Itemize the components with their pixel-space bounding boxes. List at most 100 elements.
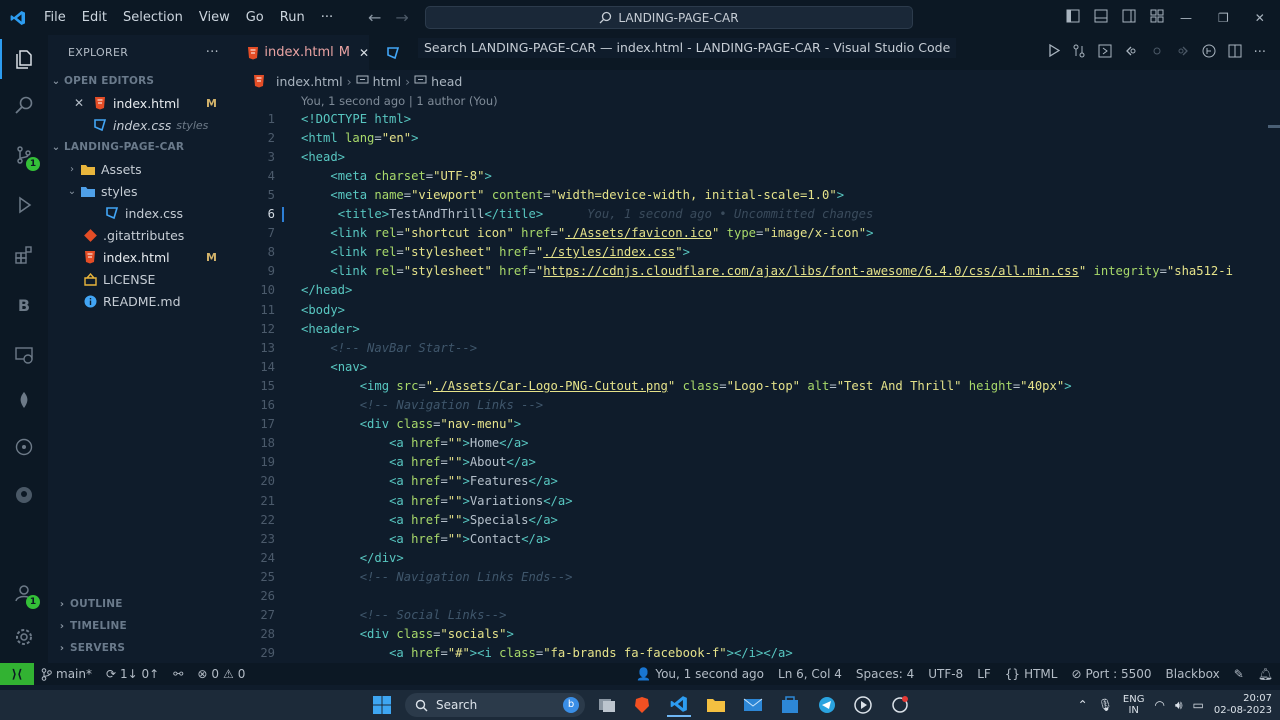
explorer-icon[interactable]	[0, 39, 48, 79]
go-back-change-icon[interactable]	[1124, 44, 1138, 62]
brave-browser-icon[interactable]	[630, 693, 654, 717]
folder-assets[interactable]: › Assets	[48, 158, 233, 180]
remote-indicator-icon[interactable]: ⟩⟨	[0, 663, 34, 685]
github-icon[interactable]	[0, 475, 48, 515]
open-editor-index-css[interactable]: index.css styles	[48, 114, 233, 136]
code-line[interactable]: 1 <!DOCTYPE html>	[233, 109, 1280, 128]
back-arrow-icon[interactable]: ←	[368, 8, 381, 27]
menu-go[interactable]: Go	[238, 0, 272, 35]
code-line[interactable]: 11 <body>	[233, 300, 1280, 319]
breadcrumb-head[interactable]: head	[431, 74, 462, 89]
menu-more[interactable]: ···	[313, 0, 341, 35]
language-mode[interactable]: {} HTML	[998, 667, 1065, 681]
telegram-icon[interactable]	[815, 693, 839, 717]
code-editor[interactable]: 1 <!DOCTYPE html> 2 <html lang="en"> 3 <head>…	[233, 109, 1280, 663]
code-line[interactable]: 8 <link rel="stylesheet" href="./styles/…	[233, 243, 1280, 262]
notifications-bell-icon[interactable]: 🔔︎	[1251, 667, 1280, 681]
live-server-port[interactable]: ⊘ Port : 5500	[1064, 667, 1158, 681]
store-icon[interactable]	[778, 693, 802, 717]
code-line[interactable]: 2 <html lang="en">	[233, 128, 1280, 147]
open-preview-icon[interactable]	[1098, 44, 1112, 62]
blackbox-status[interactable]: Blackbox	[1159, 667, 1227, 681]
file-explorer-icon[interactable]	[704, 693, 728, 717]
code-line[interactable]: 28 <div class="socials">	[233, 625, 1280, 644]
more-actions-icon[interactable]: ···	[1254, 45, 1266, 60]
timeline-section[interactable]: › TIMELINE	[48, 615, 233, 637]
encoding[interactable]: UTF-8	[921, 667, 970, 681]
tab-index-html[interactable]: index.html M ✕	[233, 35, 369, 70]
microphone-icon[interactable]: 🎙︎	[1098, 698, 1113, 712]
tree-extension-icon[interactable]	[0, 380, 48, 420]
clock[interactable]: 20:07 02-08-2023	[1214, 693, 1272, 717]
feedback-icon[interactable]: ✎	[1227, 667, 1251, 681]
git-lens-icon[interactable]	[1202, 44, 1216, 62]
file-license[interactable]: LICENSE	[48, 268, 233, 290]
forward-arrow-icon[interactable]: →	[395, 8, 408, 27]
code-line[interactable]: 13 <!-- NavBar Start-->	[233, 338, 1280, 357]
file-gitattributes[interactable]: .gitattributes	[48, 224, 233, 246]
code-line[interactable]: 15 <img src="./Assets/Car-Logo-PNG-Cutou…	[233, 376, 1280, 395]
menu-selection[interactable]: Selection	[115, 0, 191, 35]
run-code-icon[interactable]	[1048, 43, 1060, 61]
battery-icon[interactable]: ▭	[1193, 698, 1204, 712]
file-index-css[interactable]: index.css	[48, 202, 233, 224]
code-line[interactable]: 24 </div>	[233, 548, 1280, 567]
customize-layout-icon[interactable]	[1150, 9, 1164, 27]
breadcrumb-html[interactable]: html	[373, 74, 401, 89]
minimize-icon[interactable]: —	[1180, 11, 1192, 25]
code-line[interactable]: 7 <link rel="shortcut icon" href="./Asse…	[233, 224, 1280, 243]
accounts-icon[interactable]: 1	[0, 573, 48, 613]
code-line[interactable]: 9 <link rel="stylesheet" href="https://c…	[233, 262, 1280, 281]
outline-section[interactable]: › OUTLINE	[48, 593, 233, 615]
code-line[interactable]: 27 <!-- Social Links-->	[233, 606, 1280, 625]
extensions-icon[interactable]	[0, 235, 48, 275]
source-control-icon[interactable]: 1	[0, 135, 48, 175]
blame-status[interactable]: 👤 You, 1 second ago	[629, 667, 771, 681]
close-editor-icon[interactable]: ✕	[74, 96, 88, 110]
taskbar-search[interactable]: Search b	[405, 693, 585, 717]
sync-status[interactable]: ⟳ 1↓ 0↑	[99, 667, 166, 681]
code-line[interactable]: 22 <a href="">Specials</a>	[233, 510, 1280, 529]
git-graph-icon[interactable]	[0, 427, 48, 467]
remote-explorer-icon[interactable]	[0, 335, 48, 375]
command-center-search[interactable]: LANDING-PAGE-CAR	[425, 6, 913, 29]
code-line[interactable]: 14 <nav>	[233, 357, 1280, 376]
end-of-line[interactable]: LF	[970, 667, 998, 681]
wifi-icon[interactable]: ◠	[1154, 698, 1164, 712]
settings-gear-icon[interactable]	[0, 617, 48, 657]
toggle-panel-icon[interactable]	[1094, 9, 1108, 27]
codelens-blame[interactable]: You, 1 second ago | 1 author (You)	[301, 94, 498, 108]
media-player-icon[interactable]	[851, 693, 875, 717]
menu-file[interactable]: File	[36, 0, 74, 35]
code-line[interactable]: 5 <meta name="viewport" content="width=d…	[233, 185, 1280, 204]
breadcrumb-file[interactable]: index.html	[276, 74, 343, 89]
task-view-icon[interactable]	[595, 693, 619, 717]
open-editor-index-html[interactable]: ✕ index.html M	[48, 92, 233, 114]
code-line[interactable]: 29 <a href="#"><i class="fa-brands fa-fa…	[233, 644, 1280, 663]
code-line[interactable]: 23 <a href="">Contact</a>	[233, 529, 1280, 548]
blackbox-icon[interactable]: B	[0, 285, 48, 325]
run-debug-icon[interactable]	[0, 185, 48, 225]
windows-start-icon[interactable]	[370, 693, 394, 717]
toggle-blame-icon[interactable]	[1150, 44, 1164, 62]
code-line[interactable]: 6 <title>TestAndThrill</title> You, 1 se…	[233, 205, 1280, 224]
language-indicator[interactable]: ENG IN	[1123, 694, 1145, 716]
branch-status[interactable]: main*	[34, 667, 99, 681]
minimap-slider[interactable]	[1268, 125, 1280, 128]
search-view-icon[interactable]	[0, 85, 48, 125]
file-index-html[interactable]: index.html M	[48, 246, 233, 268]
maximize-icon[interactable]: ❐	[1218, 11, 1229, 25]
liveshare-status[interactable]: ⚯	[166, 667, 190, 681]
mail-icon[interactable]	[741, 693, 765, 717]
vscode-taskbar-icon[interactable]	[667, 693, 691, 717]
code-line[interactable]: 4 <meta charset="UTF-8">	[233, 166, 1280, 185]
problems-status[interactable]: ⊗ 0 ⚠ 0	[190, 667, 252, 681]
chevron-up-icon[interactable]: ⌃	[1078, 698, 1088, 712]
menu-view[interactable]: View	[191, 0, 238, 35]
recording-app-icon[interactable]	[888, 693, 912, 717]
code-line[interactable]: 26	[233, 587, 1280, 606]
folder-styles[interactable]: ⌄ styles	[48, 180, 233, 202]
close-tab-icon[interactable]: ✕	[359, 46, 369, 60]
menu-edit[interactable]: Edit	[74, 0, 115, 35]
toggle-secondary-sidebar-icon[interactable]	[1122, 9, 1136, 27]
